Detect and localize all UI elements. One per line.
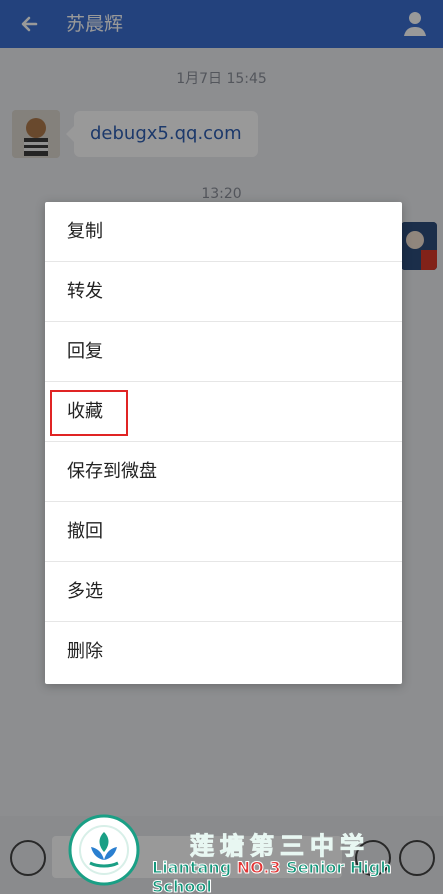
message-context-menu: 复制 转发 回复 收藏 保存到微盘 撤回 多选 删除 xyxy=(45,202,402,684)
school-name-watermark: 莲塘第三中学 xyxy=(190,832,370,861)
menu-item-label: 复制 xyxy=(67,221,103,242)
menu-item-label: 多选 xyxy=(67,581,103,602)
watermark-number: NO.3 xyxy=(236,858,281,878)
menu-item-label: 删除 xyxy=(67,641,103,662)
menu-item-forward[interactable]: 转发 xyxy=(45,262,402,322)
school-english-watermark: Liantang NO.3 Senior High School xyxy=(151,858,443,894)
menu-item-favorite[interactable]: 收藏 xyxy=(45,382,402,442)
menu-item-save-to-drive[interactable]: 保存到微盘 xyxy=(45,442,402,502)
menu-item-label: 撤回 xyxy=(67,521,103,542)
highlight-box xyxy=(50,390,128,436)
menu-item-reply[interactable]: 回复 xyxy=(45,322,402,382)
menu-item-copy[interactable]: 复制 xyxy=(45,202,402,262)
watermark-prefix: Liantang xyxy=(151,858,232,878)
menu-item-recall[interactable]: 撤回 xyxy=(45,502,402,562)
menu-item-multi-select[interactable]: 多选 xyxy=(45,562,402,622)
menu-item-label: 回复 xyxy=(67,341,103,362)
school-logo-watermark xyxy=(68,814,140,886)
menu-item-label: 转发 xyxy=(67,281,103,302)
menu-item-delete[interactable]: 删除 xyxy=(45,622,402,682)
menu-item-label: 保存到微盘 xyxy=(67,461,157,482)
